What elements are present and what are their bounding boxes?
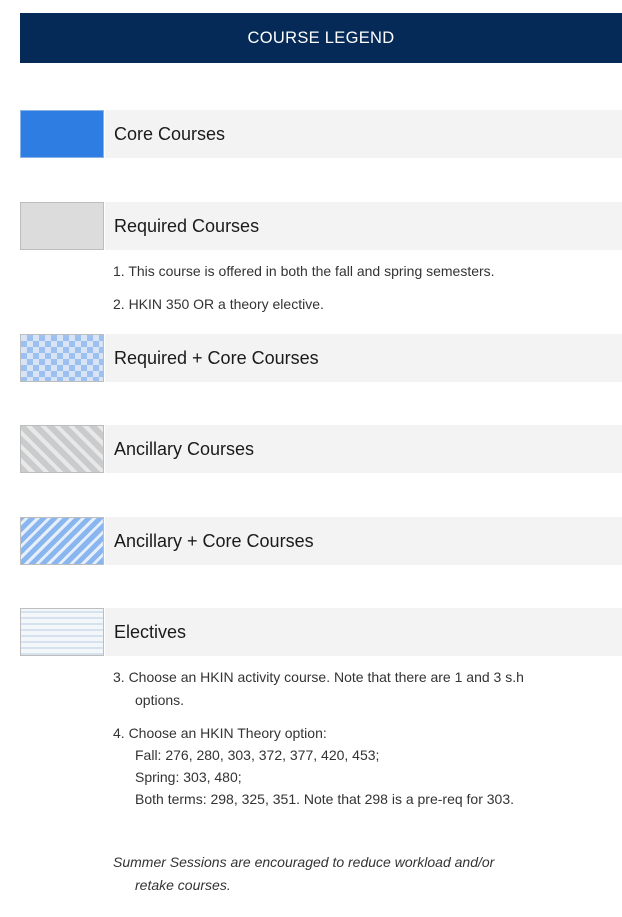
legend-row-required: Required Courses <box>20 202 622 250</box>
summer-note-line-2: retake courses. <box>135 877 231 893</box>
core-swatch <box>20 110 104 158</box>
note-4-both: Both terms: 298, 325, 351. Note that 298… <box>135 791 515 807</box>
electives-label: Electives <box>105 608 622 656</box>
note-2: 2. HKIN 350 OR a theory elective. <box>113 296 324 312</box>
ancillary-swatch <box>20 425 104 473</box>
note-3-line-1: 3. Choose an HKIN activity course. Note … <box>113 669 524 685</box>
legend-row-electives: Electives <box>20 608 622 656</box>
legend-row-required-core: Required + Core Courses <box>20 334 622 382</box>
required-swatch <box>20 202 104 250</box>
electives-swatch <box>20 608 104 656</box>
summer-note-line-1: Summer Sessions are encouraged to reduce… <box>113 854 495 870</box>
note-4-line-1: 4. Choose an HKIN Theory option: <box>113 725 327 741</box>
note-1: 1. This course is offered in both the fa… <box>113 263 495 279</box>
legend-title: COURSE LEGEND <box>247 28 395 47</box>
required-label: Required Courses <box>105 202 622 250</box>
ancillary-label: Ancillary Courses <box>105 425 622 473</box>
ancillary-core-label: Ancillary + Core Courses <box>105 517 622 565</box>
legend-row-ancillary-core: Ancillary + Core Courses <box>20 517 622 565</box>
note-3-line-2: options. <box>135 692 185 708</box>
note-4-fall: Fall: 276, 280, 303, 372, 377, 420, 453; <box>135 747 380 763</box>
legend-row-ancillary: Ancillary Courses <box>20 425 622 473</box>
core-label: Core Courses <box>105 110 622 158</box>
required-core-label: Required + Core Courses <box>105 334 622 382</box>
required-core-swatch <box>20 334 104 382</box>
legend-header: COURSE LEGEND <box>20 13 622 63</box>
note-4-spring: Spring: 303, 480; <box>135 769 242 785</box>
ancillary-core-swatch <box>20 517 104 565</box>
legend-row-core: Core Courses <box>20 110 622 158</box>
